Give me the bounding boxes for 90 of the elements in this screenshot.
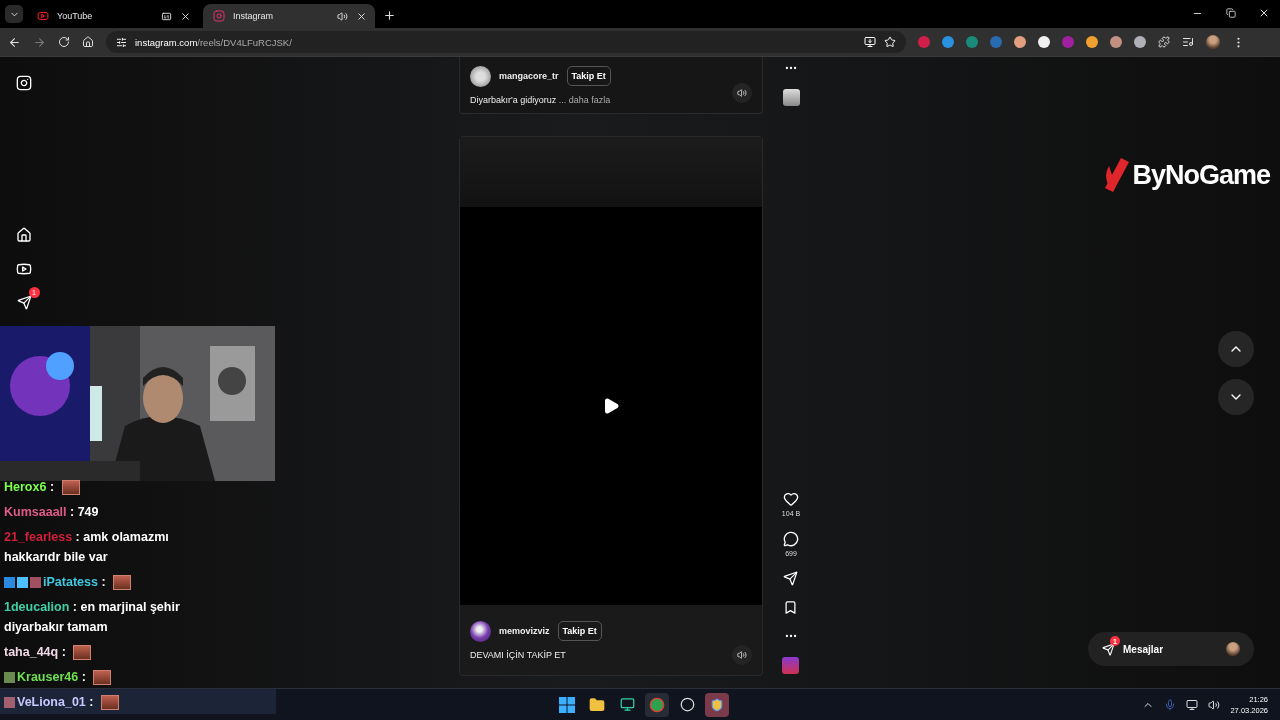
comment-icon[interactable]	[783, 531, 799, 547]
sound-button[interactable]	[732, 83, 752, 103]
separator: :	[72, 599, 77, 614]
like-icon[interactable]	[783, 491, 799, 507]
chat-author: Kumsaaall	[4, 504, 67, 519]
extension-icon[interactable]	[1014, 36, 1026, 48]
network-icon	[1186, 698, 1199, 711]
separator: :	[61, 644, 66, 659]
separator: :	[89, 694, 94, 709]
new-tab-button[interactable]	[383, 9, 396, 22]
sound-button[interactable]	[732, 645, 752, 665]
separator: :	[49, 479, 55, 494]
audio-thumbnail[interactable]	[782, 89, 800, 106]
bookmark-star-icon	[884, 36, 896, 48]
restore-icon	[1225, 8, 1236, 18]
logo-icon	[1103, 158, 1130, 192]
previous-button[interactable]	[1218, 331, 1254, 367]
send-icon	[1102, 642, 1115, 656]
browser-icon[interactable]	[645, 692, 669, 717]
play-icon	[602, 397, 620, 415]
share-icon[interactable]	[783, 571, 799, 586]
microphone-icon	[1164, 698, 1177, 711]
close-icon	[356, 10, 367, 22]
save-icon[interactable]	[783, 600, 799, 615]
username[interactable]: memovizviz	[499, 626, 550, 636]
chat-author: Krauser46	[17, 669, 79, 684]
caption: DEVAMI İÇİN TAKİP ET	[470, 649, 566, 660]
separator: :	[70, 504, 75, 519]
home-button[interactable]	[82, 36, 94, 48]
close-tab-button[interactable]	[180, 10, 191, 22]
extension-icon[interactable]	[1110, 36, 1122, 48]
back-arrow-icon	[8, 35, 21, 49]
next-button[interactable]	[1218, 379, 1254, 415]
back-button[interactable]	[8, 35, 21, 49]
chat-text: amk olamazmı	[83, 529, 169, 544]
chat-author: VeLiona_01	[17, 694, 86, 709]
home-icon[interactable]	[16, 227, 32, 243]
browser-tab[interactable]: Instagram	[203, 4, 375, 28]
send-icon[interactable]	[16, 295, 32, 310]
media-controls-button[interactable]	[1182, 36, 1194, 48]
chat-text: 749	[77, 504, 99, 519]
plus-icon	[383, 9, 396, 22]
address-bar[interactable]: instagram.com/reels/DV4LFuRCJSK/	[106, 31, 906, 53]
profile-avatar[interactable]	[1206, 35, 1220, 49]
separator: :	[75, 529, 80, 544]
speaker-icon	[737, 88, 747, 98]
extension-icon[interactable]	[1086, 36, 1098, 48]
chat-text: diyarbakır tamam	[4, 618, 108, 636]
chat-author: 21_fearless	[4, 529, 73, 544]
puzzle-icon	[1158, 36, 1170, 48]
extensions-button[interactable]	[1158, 36, 1170, 48]
instagram-logo-icon[interactable]	[16, 75, 32, 91]
speaker-icon	[337, 10, 348, 22]
extension-icon[interactable]	[1134, 36, 1146, 48]
app-icon[interactable]	[705, 692, 729, 717]
logo-text: ByNoGame	[1132, 159, 1270, 191]
tab-title: Instagram	[233, 11, 275, 21]
emote-icon	[100, 694, 119, 710]
tab-list-button[interactable]	[5, 5, 23, 23]
tab-title: YouTube	[57, 11, 94, 21]
music-list-icon	[1182, 36, 1194, 48]
extension-icon[interactable]	[1038, 36, 1050, 48]
speaker-icon	[737, 650, 747, 660]
close-tab-button[interactable]	[356, 10, 367, 22]
chat-text: hakkarıdr bile var	[4, 548, 108, 566]
follow-button[interactable]: Takip Et	[566, 66, 611, 86]
follow-button[interactable]: Takip Et	[557, 621, 602, 641]
install-icon	[864, 36, 876, 48]
site-settings-icon	[116, 36, 127, 48]
separator: :	[101, 574, 106, 589]
chat-author: iPatatess	[43, 574, 98, 589]
chat-author: Herox6	[4, 479, 47, 494]
close-icon	[180, 10, 191, 22]
reload-button[interactable]	[58, 36, 70, 48]
chat-text: en marjinal şehir	[80, 599, 180, 614]
home-icon	[82, 36, 94, 48]
volume-icon	[1208, 698, 1221, 711]
chat-author: taha_44q	[4, 644, 59, 659]
separator: :	[81, 669, 86, 684]
play-logo-icon	[37, 10, 49, 22]
caption: Diyarbakır'a gidiyoruz ... daha fazla	[470, 94, 611, 105]
reload-icon	[58, 36, 70, 48]
forward-arrow-icon	[33, 35, 46, 49]
username[interactable]: mangacore_tr	[499, 71, 559, 81]
reels-icon[interactable]	[16, 261, 32, 277]
chat-author: 1deucalion	[4, 599, 70, 614]
camera-logo-icon	[213, 10, 225, 22]
browser-tab[interactable]: YouTube	[27, 4, 199, 28]
audio-thumbnail[interactable]	[782, 657, 800, 674]
caption-icon	[161, 10, 172, 22]
